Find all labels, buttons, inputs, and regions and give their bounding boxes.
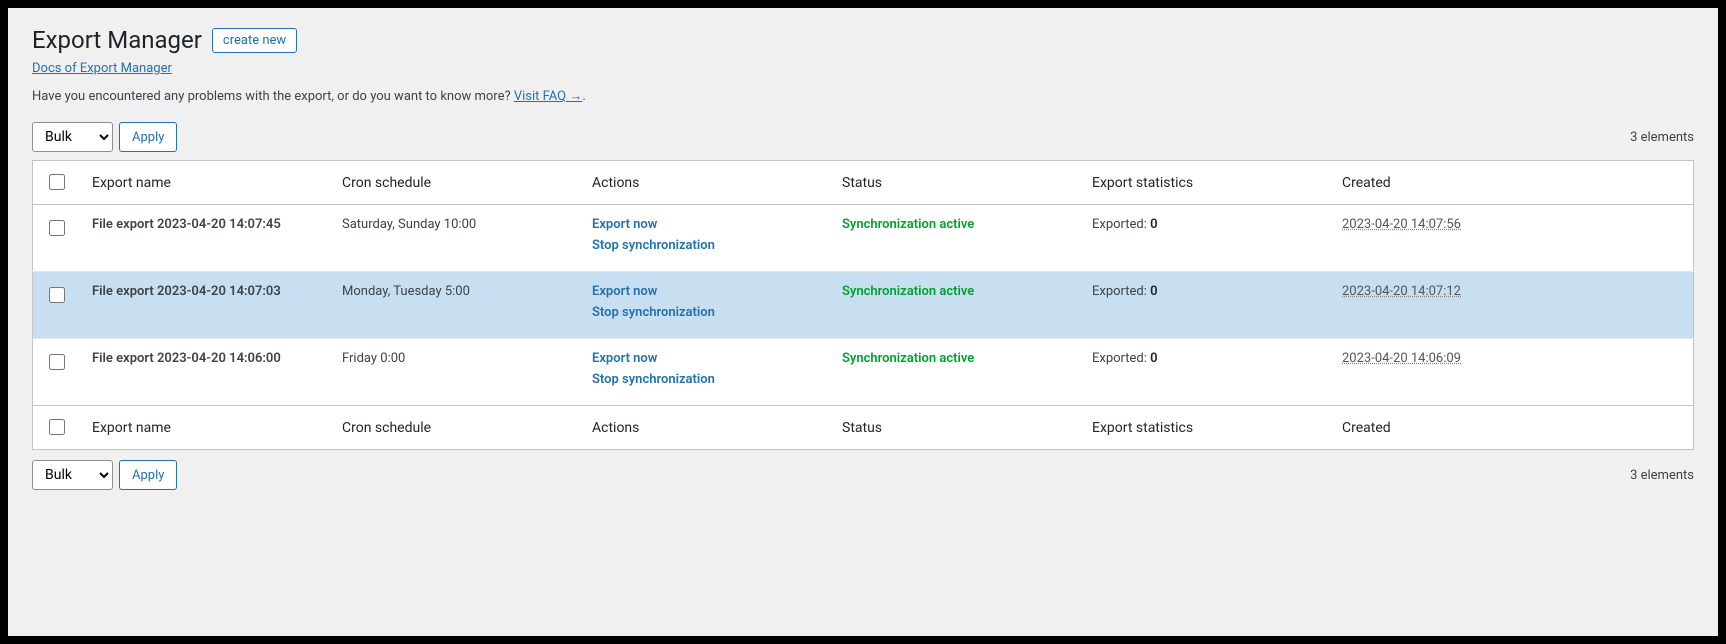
col-header-actions[interactable]: Actions <box>580 161 830 205</box>
col-header-name[interactable]: Export name <box>80 161 330 205</box>
export-statistics: Exported: 0 <box>1080 205 1330 272</box>
element-count-bottom: 3 elements <box>1630 468 1694 483</box>
select-all-checkbox-top[interactable] <box>49 174 65 190</box>
export-now-link[interactable]: Export now <box>592 351 818 366</box>
docs-link[interactable]: Docs of Export Manager <box>32 61 172 76</box>
export-statistics: Exported: 0 <box>1080 339 1330 406</box>
created-timestamp: 2023-04-20 14:07:12 <box>1342 284 1461 299</box>
stop-sync-link[interactable]: Stop synchronization <box>592 305 818 320</box>
table-row: File export 2023-04-20 14:07:03Monday, T… <box>33 272 1694 339</box>
created-timestamp: 2023-04-20 14:06:09 <box>1342 351 1461 366</box>
cron-schedule: Monday, Tuesday 5:00 <box>330 272 580 339</box>
col-footer-name: Export name <box>80 406 330 450</box>
col-footer-status: Status <box>830 406 1080 450</box>
help-text: Have you encountered any problems with t… <box>32 88 1694 104</box>
col-header-status[interactable]: Status <box>830 161 1080 205</box>
export-name: File export 2023-04-20 14:07:03 <box>80 272 330 339</box>
bulk-action-select-bottom[interactable]: Bulk <box>32 460 113 490</box>
stop-sync-link[interactable]: Stop synchronization <box>592 238 818 253</box>
stop-sync-link[interactable]: Stop synchronization <box>592 372 818 387</box>
apply-bulk-button-top[interactable]: Apply <box>119 122 177 152</box>
cron-schedule: Saturday, Sunday 10:00 <box>330 205 580 272</box>
col-footer-created: Created <box>1330 406 1694 450</box>
exports-table: Export name Cron schedule Actions Status… <box>32 160 1694 450</box>
export-now-link[interactable]: Export now <box>592 284 818 299</box>
select-all-checkbox-bottom[interactable] <box>49 419 65 435</box>
export-name: File export 2023-04-20 14:07:45 <box>80 205 330 272</box>
row-checkbox[interactable] <box>49 354 65 370</box>
export-now-link[interactable]: Export now <box>592 217 818 232</box>
row-checkbox[interactable] <box>49 220 65 236</box>
apply-bulk-button-bottom[interactable]: Apply <box>119 460 177 490</box>
col-header-cron[interactable]: Cron schedule <box>330 161 580 205</box>
status-badge: Synchronization active <box>842 284 974 299</box>
export-statistics: Exported: 0 <box>1080 272 1330 339</box>
export-name: File export 2023-04-20 14:06:00 <box>80 339 330 406</box>
cron-schedule: Friday 0:00 <box>330 339 580 406</box>
help-text-content: Have you encountered any problems with t… <box>32 89 514 104</box>
create-new-button[interactable]: create new <box>212 28 297 53</box>
col-header-stats[interactable]: Export statistics <box>1080 161 1330 205</box>
table-row: File export 2023-04-20 14:06:00Friday 0:… <box>33 339 1694 406</box>
col-footer-stats: Export statistics <box>1080 406 1330 450</box>
page-title: Export Manager <box>32 26 202 54</box>
bulk-action-select-top[interactable]: Bulk <box>32 122 113 152</box>
created-timestamp: 2023-04-20 14:07:56 <box>1342 217 1461 232</box>
table-row: File export 2023-04-20 14:07:45Saturday,… <box>33 205 1694 272</box>
faq-link[interactable]: Visit FAQ → <box>514 89 582 104</box>
element-count-top: 3 elements <box>1630 130 1694 145</box>
row-checkbox[interactable] <box>49 287 65 303</box>
col-header-created[interactable]: Created <box>1330 161 1694 205</box>
col-footer-actions: Actions <box>580 406 830 450</box>
status-badge: Synchronization active <box>842 351 974 366</box>
col-footer-cron: Cron schedule <box>330 406 580 450</box>
status-badge: Synchronization active <box>842 217 974 232</box>
